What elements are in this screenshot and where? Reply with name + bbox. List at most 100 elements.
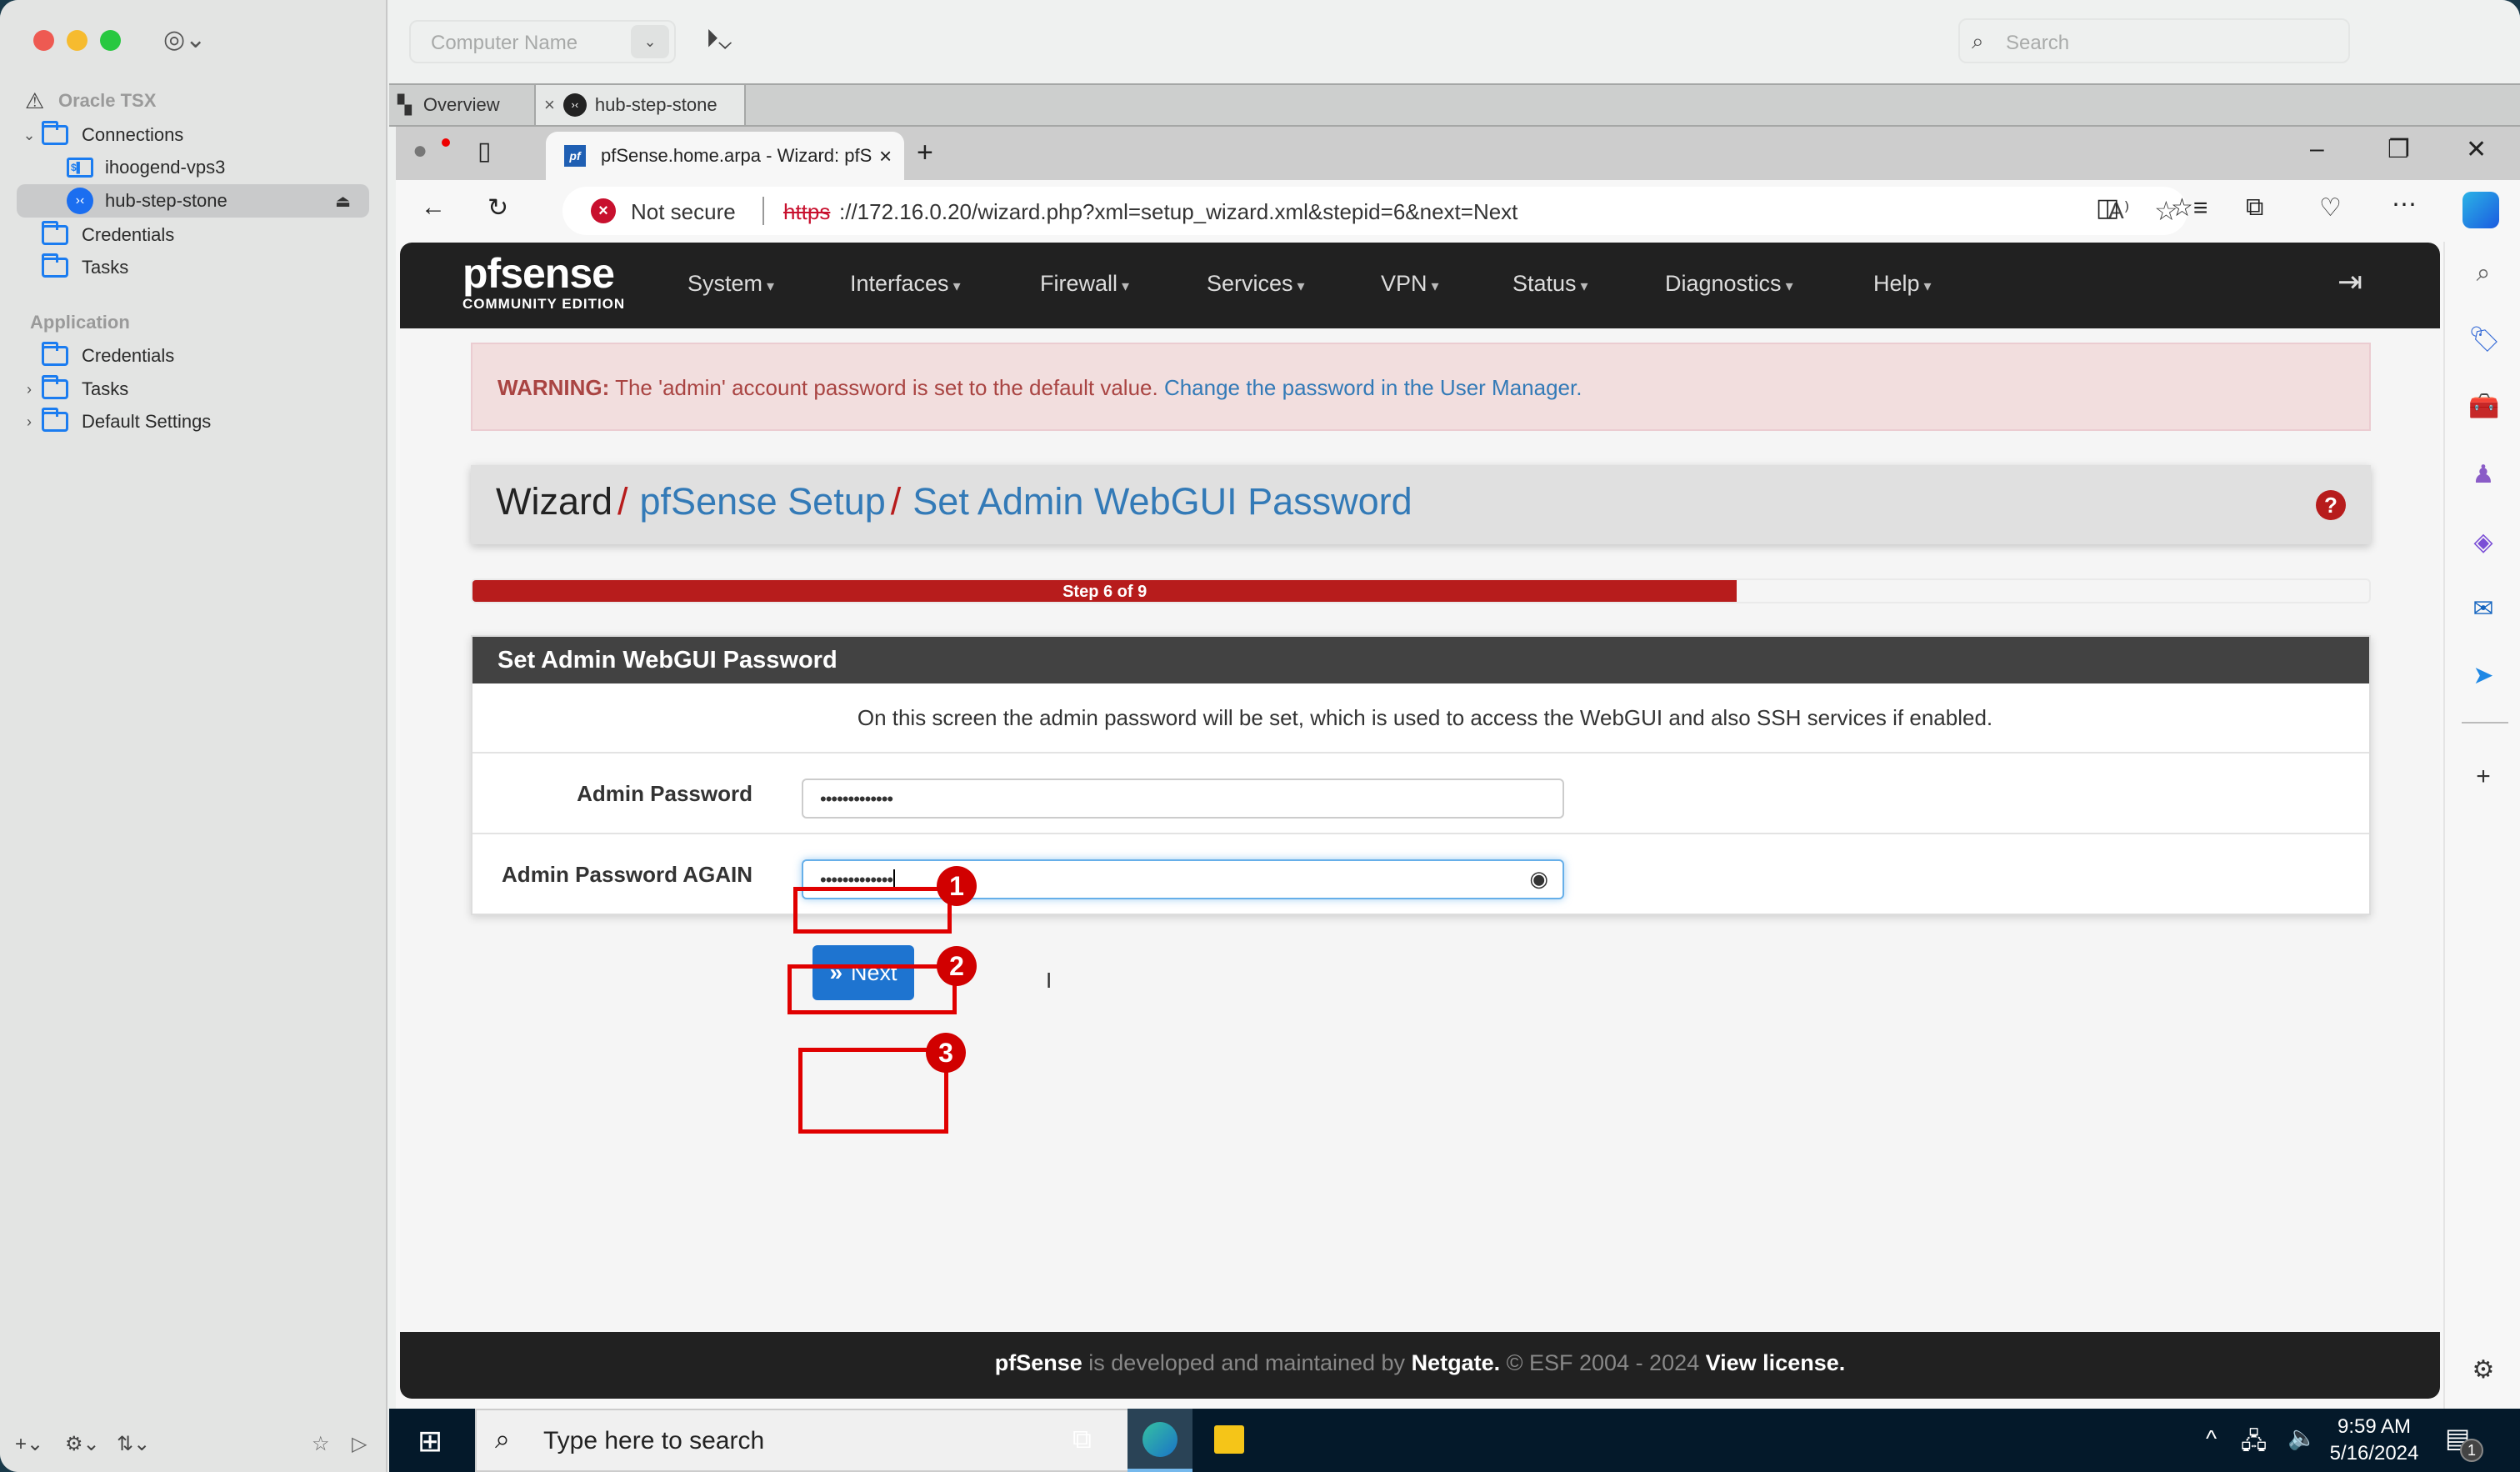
star-icon[interactable]: ☆ bbox=[312, 1432, 330, 1456]
user-manager-link[interactable]: Change the password in the User Manager. bbox=[1164, 375, 1582, 400]
menu-help[interactable]: Help bbox=[1873, 271, 1932, 297]
security-label[interactable]: Not secure bbox=[631, 199, 736, 225]
menu-interfaces[interactable]: Interfaces bbox=[850, 271, 961, 297]
favorites-icon[interactable]: ☆≡ bbox=[2171, 193, 2208, 223]
shopping-tag-icon[interactable]: 🏷 bbox=[2468, 325, 2500, 355]
toolbox-icon[interactable]: 🧰 bbox=[2468, 392, 2499, 422]
settings-gear-icon[interactable]: ⚙ bbox=[2468, 1355, 2498, 1385]
clock-date[interactable]: 5/16/2024 bbox=[2328, 1442, 2420, 1465]
clock-time[interactable]: 9:59 AM bbox=[2328, 1415, 2420, 1439]
close-window-button[interactable] bbox=[33, 30, 54, 51]
volume-muted-icon[interactable]: 🔈 bbox=[2288, 1424, 2317, 1451]
chevron-right-icon[interactable]: › bbox=[17, 413, 42, 431]
sidebar-item-ihoogend-vps3[interactable]: $▌ ihoogend-vps3 bbox=[17, 151, 369, 184]
edge-taskbar-button[interactable] bbox=[1128, 1409, 1192, 1472]
menu-status[interactable]: Status bbox=[1512, 271, 1588, 297]
divider bbox=[762, 197, 764, 225]
pfsense-page: pfsense COMMUNITY EDITION System Interfa… bbox=[400, 243, 2440, 1399]
footer-netgate-link[interactable]: Netgate. bbox=[1412, 1350, 1501, 1375]
eject-icon[interactable]: ⏏ bbox=[335, 191, 351, 212]
admin-password-input[interactable]: ••••••••••••• bbox=[802, 779, 1564, 819]
new-tab-icon[interactable]: + bbox=[917, 137, 933, 169]
send-icon[interactable]: ➤ bbox=[2468, 661, 2498, 691]
app-window: ◎⌄ ⚠ Oracle TSX ⌄ Connections $▌ ihoogen… bbox=[0, 0, 2520, 1472]
sidebar-item-default-settings[interactable]: › Default Settings bbox=[17, 405, 369, 438]
minimize-window-button[interactable] bbox=[67, 30, 88, 51]
browser-tab-pfsense[interactable]: pf pfSense.home.arpa - Wizard: pfS × bbox=[546, 132, 904, 180]
footer-license-link[interactable]: View license. bbox=[1706, 1350, 1846, 1375]
add-menu-icon[interactable]: +⌄ bbox=[15, 1432, 43, 1456]
folder-icon bbox=[42, 342, 68, 366]
breadcrumb-pfsense-setup[interactable]: pfSense Setup bbox=[640, 480, 886, 523]
annotation-badge-2: 2 bbox=[937, 946, 977, 986]
reveal-password-eye-icon[interactable]: ◉ bbox=[1529, 866, 1548, 892]
split-screen-icon[interactable]: ◫ bbox=[2096, 193, 2119, 223]
collections-icon[interactable]: ⧉ bbox=[2246, 193, 2263, 222]
refresh-icon[interactable]: ↻ bbox=[488, 193, 508, 223]
vertical-tabs-icon[interactable]: ▯ bbox=[478, 137, 492, 166]
sidebar-item-tasks[interactable]: Tasks bbox=[17, 251, 369, 284]
tab-overview[interactable]: ▚ Overview bbox=[398, 85, 536, 125]
menu-services[interactable]: Services bbox=[1207, 271, 1305, 297]
play-menu-icon[interactable]: ⏵⌄ bbox=[706, 25, 732, 53]
chevron-down-icon[interactable]: ⌄ bbox=[631, 25, 669, 58]
task-view-icon[interactable]: ⧉ bbox=[1072, 1424, 1092, 1455]
not-secure-icon[interactable]: × bbox=[591, 198, 616, 223]
menu-vpn[interactable]: VPN bbox=[1381, 271, 1439, 297]
browser-essentials-icon[interactable]: ♡ bbox=[2319, 193, 2342, 223]
tab-hub-step-stone[interactable]: × ›‹ hub-step-stone bbox=[536, 85, 746, 125]
restore-icon[interactable]: ❐ bbox=[2388, 135, 2410, 164]
games-icon[interactable]: ♟ bbox=[2468, 460, 2498, 490]
pfsense-logo[interactable]: pfsense COMMUNITY EDITION bbox=[462, 251, 625, 313]
close-tab-icon[interactable]: × bbox=[879, 143, 892, 169]
more-icon[interactable]: ⋯ bbox=[2392, 190, 2417, 219]
outlook-icon[interactable]: ✉ bbox=[2468, 594, 2498, 624]
annotation-box-3 bbox=[798, 1048, 948, 1134]
file-explorer-icon[interactable] bbox=[1214, 1425, 1244, 1454]
show-hidden-icons[interactable]: ^ bbox=[2206, 1425, 2217, 1452]
help-icon[interactable]: ? bbox=[2316, 490, 2346, 520]
target-menu-icon[interactable]: ◎⌄ bbox=[163, 25, 206, 54]
minimize-icon[interactable]: – bbox=[2310, 135, 2324, 163]
sidebar-item-hub-step-stone[interactable]: ›‹ hub-step-stone ⏏ bbox=[17, 184, 369, 218]
menu-system[interactable]: System bbox=[688, 271, 774, 297]
chevron-down-icon[interactable]: ⌄ bbox=[17, 127, 42, 144]
annotation-badge-3: 3 bbox=[926, 1033, 966, 1073]
breadcrumb: Wizard / pfSense Setup / Set Admin WebGUI Pa… bbox=[471, 465, 2371, 544]
profile-icon[interactable]: ● bbox=[412, 137, 428, 165]
folder-icon bbox=[42, 253, 68, 278]
logout-icon[interactable]: ⇥ bbox=[2338, 264, 2362, 299]
i-beam-cursor: I bbox=[1046, 968, 1052, 993]
address-row: ← ↻ × Not secure https ://172.16.0.20/wi… bbox=[396, 180, 2520, 242]
sidebar-item-connections[interactable]: ⌄ Connections bbox=[17, 118, 369, 152]
footer-pfsense-link[interactable]: pfSense bbox=[995, 1350, 1082, 1375]
search-input[interactable]: ⌕ Search bbox=[1958, 18, 2350, 63]
play-icon[interactable]: ▷ bbox=[352, 1432, 367, 1456]
sidebar-item-credentials[interactable]: Credentials bbox=[17, 218, 369, 252]
menu-firewall[interactable]: Firewall bbox=[1040, 271, 1129, 297]
add-icon[interactable]: + bbox=[2468, 762, 2498, 792]
zoom-window-button[interactable] bbox=[100, 30, 121, 51]
gear-menu-icon[interactable]: ⚙⌄ bbox=[65, 1432, 100, 1456]
close-tab-icon[interactable]: × bbox=[544, 94, 555, 116]
sidebar-item-app-credentials[interactable]: Credentials bbox=[17, 339, 369, 373]
sidebar-item-app-tasks[interactable]: › Tasks bbox=[17, 373, 369, 406]
admin-password-again-label: Admin Password AGAIN bbox=[502, 862, 752, 887]
sync-menu-icon[interactable]: ⇅⌄ bbox=[117, 1432, 150, 1456]
menu-diagnostics[interactable]: Diagnostics bbox=[1665, 271, 1793, 297]
microsoft365-icon[interactable]: ◈ bbox=[2468, 528, 2498, 558]
close-icon[interactable]: ✕ bbox=[2466, 135, 2487, 164]
computer-name-combobox[interactable]: Computer Name ⌄ bbox=[409, 20, 676, 63]
taskbar-search-input[interactable]: ⌕ Type here to search bbox=[475, 1409, 1135, 1472]
search-icon[interactable]: ⌕ bbox=[2468, 258, 2498, 288]
progress-label: Step 6 of 9 bbox=[1062, 583, 1148, 601]
copilot-icon[interactable] bbox=[2462, 192, 2499, 228]
chevron-right-icon[interactable]: › bbox=[17, 381, 42, 398]
top-toolbar: Computer Name ⌄ ⏵⌄ ⌕ Search bbox=[389, 0, 2520, 83]
windows-start-icon[interactable]: ⊞ bbox=[418, 1424, 442, 1459]
back-icon[interactable]: ← bbox=[421, 193, 446, 222]
breadcrumb-current[interactable]: Set Admin WebGUI Password bbox=[912, 480, 1412, 523]
address-bar[interactable]: × Not secure https ://172.16.0.20/wizard… bbox=[562, 187, 2188, 235]
folder-icon bbox=[42, 375, 68, 399]
network-icon[interactable]: 🖧 bbox=[2241, 1424, 2267, 1464]
